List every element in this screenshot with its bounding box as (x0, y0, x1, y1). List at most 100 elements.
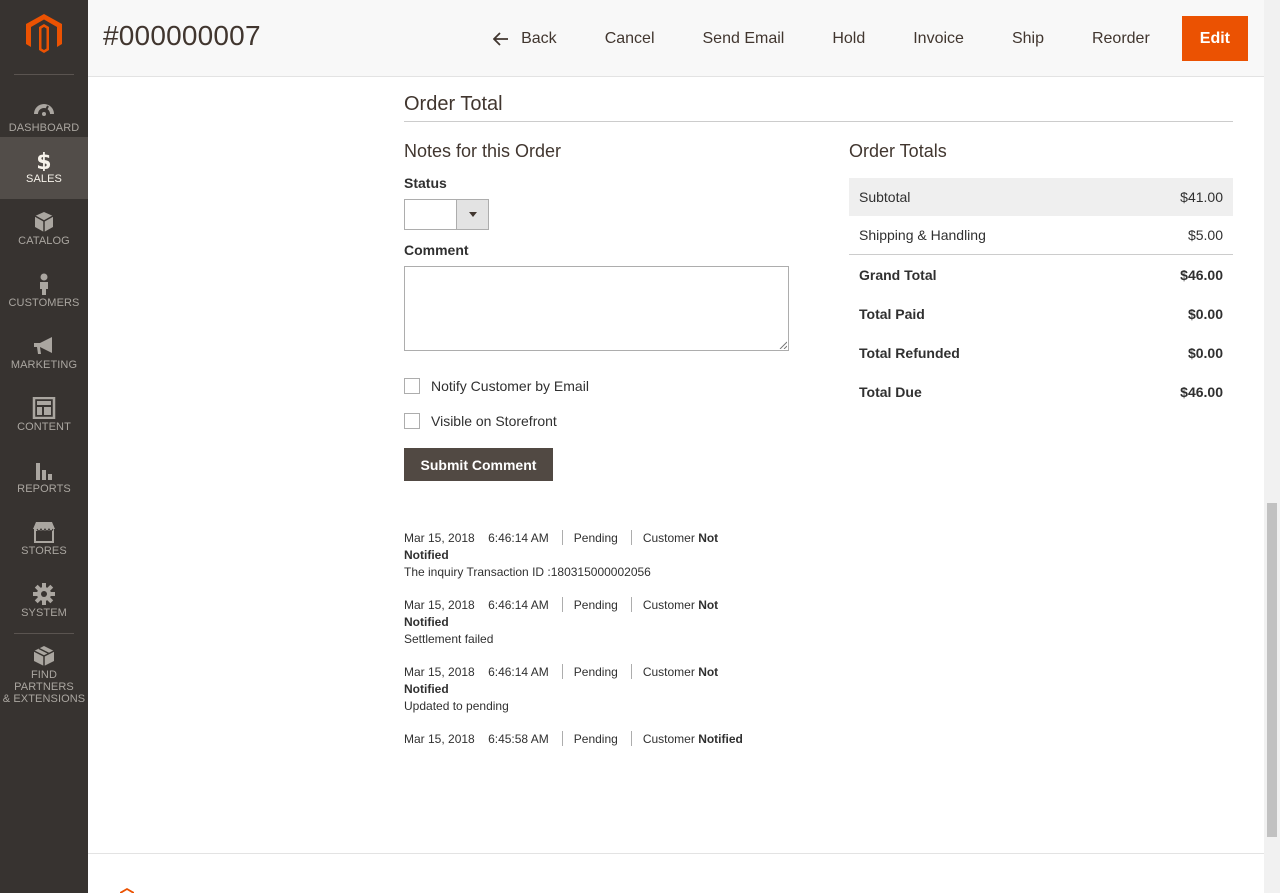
history-customer-prefix: Customer (642, 598, 695, 612)
vertical-scrollbar[interactable] (1264, 0, 1280, 893)
dashboard-icon (34, 104, 54, 116)
section-divider (404, 121, 1233, 122)
ship-button[interactable]: Ship (988, 16, 1068, 61)
sidebar-item-system[interactable]: SYSTEM (0, 571, 88, 633)
status-select[interactable] (404, 199, 489, 230)
visible-storefront-label: Visible on Storefront (431, 413, 557, 429)
table-row: Total Due $46.00 (849, 372, 1233, 411)
magento-logo-icon (120, 888, 134, 893)
history-status: Pending (573, 732, 618, 746)
back-button-label: Back (521, 30, 557, 47)
page-footer (88, 853, 1264, 893)
order-history-list: Mar 15, 2018 6:46:14 AM Pending Customer N… (404, 530, 784, 764)
sidebar-item-stores[interactable]: STORES (0, 509, 88, 571)
sidebar-item-find-partners[interactable]: FIND PARTNERS & EXTENSIONS (0, 633, 88, 705)
page-actions-toolbar: Back Cancel Send Email Hold Invoice Ship… (469, 16, 1248, 61)
table-row: Shipping & Handling $5.00 (849, 216, 1233, 255)
edit-button[interactable]: Edit (1181, 16, 1248, 61)
history-customer-prefix: Customer (642, 732, 695, 746)
totals-value: $41.00 (1180, 189, 1223, 205)
table-row: Subtotal $41.00 (849, 178, 1233, 216)
history-time: 6:46:14 AM (488, 665, 549, 679)
resize-grip-icon[interactable] (779, 341, 787, 349)
person-icon (40, 273, 48, 295)
history-comment: Settlement failed (404, 632, 494, 646)
table-row: Grand Total $46.00 (849, 255, 1233, 294)
order-totals-table: Subtotal $41.00 Shipping & Handling $5.0… (849, 178, 1233, 411)
sidebar-item-label: REPORTS (17, 483, 71, 495)
bar-chart-icon (36, 463, 52, 480)
totals-label: Total Refunded (859, 344, 960, 361)
sidebar-item-customers[interactable]: CUSTOMERS (0, 261, 88, 323)
sidebar-item-sales[interactable]: $ SALES (0, 137, 88, 199)
list-item: Mar 15, 2018 6:46:14 AM Pending Customer N… (404, 664, 784, 715)
store-icon (33, 522, 55, 543)
megaphone-icon (34, 337, 52, 354)
notify-customer-option[interactable]: Notify Customer by Email (404, 378, 589, 394)
sidebar-item-label: SALES (26, 173, 62, 185)
notes-title: Notes for this Order (404, 141, 562, 161)
sidebar-item-reports[interactable]: REPORTS (0, 447, 88, 509)
history-date: Mar 15, 2018 (404, 531, 475, 545)
arrow-left-icon (493, 31, 509, 46)
invoice-button[interactable]: Invoice (889, 16, 988, 61)
sidebar-item-label: STORES (21, 545, 67, 557)
submit-comment-button[interactable]: Submit Comment (404, 448, 553, 481)
admin-sidebar: DASHBOARD $ SALES CATALOG CUSTOMERS MARK… (0, 0, 88, 893)
history-notified: Notified (698, 732, 743, 746)
order-totals-title: Order Totals (849, 141, 947, 161)
comment-textarea[interactable] (404, 266, 789, 351)
notify-customer-label: Notify Customer by Email (431, 378, 589, 394)
sidebar-item-label: CUSTOMERS (8, 297, 80, 309)
history-notified: Not (698, 665, 719, 679)
history-date: Mar 15, 2018 (404, 598, 475, 612)
back-button[interactable]: Back (469, 16, 581, 61)
page-title: #000000007 (103, 20, 261, 51)
reorder-button[interactable]: Reorder (1068, 16, 1174, 61)
cancel-button[interactable]: Cancel (581, 16, 679, 61)
sidebar-item-label: SYSTEM (21, 607, 67, 619)
section-title: Order Total (404, 93, 503, 115)
totals-label: Subtotal (859, 189, 911, 205)
history-date: Mar 15, 2018 (404, 732, 475, 746)
history-comment: Updated to pending (404, 699, 509, 713)
notify-customer-checkbox[interactable] (404, 378, 420, 394)
totals-label: Grand Total (859, 266, 937, 283)
magento-logo-icon[interactable] (26, 14, 62, 54)
history-time: 6:46:14 AM (488, 531, 549, 545)
totals-label: Shipping & Handling (859, 227, 986, 243)
hold-button[interactable]: Hold (808, 16, 889, 61)
status-label: Status (404, 175, 447, 191)
box-icon (34, 212, 54, 232)
sidebar-item-label: MARKETING (10, 359, 78, 371)
table-row: Total Paid $0.00 (849, 294, 1233, 333)
totals-value: $0.00 (1187, 344, 1223, 361)
sidebar-item-label: FIND PARTNERS (14, 669, 74, 693)
table-row: Total Refunded $0.00 (849, 333, 1233, 372)
dollar-icon: $ (36, 150, 51, 171)
history-customer-prefix: Customer (642, 665, 695, 679)
history-notified: Notified (404, 548, 449, 562)
visible-storefront-checkbox[interactable] (404, 413, 420, 429)
totals-label: Total Paid (859, 305, 925, 322)
comment-label: Comment (404, 242, 469, 258)
logo-divider (14, 74, 74, 75)
totals-value: $0.00 (1187, 305, 1223, 322)
layout-icon (32, 397, 56, 419)
totals-label: Total Due (859, 383, 922, 400)
chevron-down-icon[interactable] (456, 200, 488, 229)
send-email-button[interactable]: Send Email (679, 16, 809, 61)
list-item: Mar 15, 2018 6:46:14 AM Pending Customer N… (404, 530, 784, 581)
history-time: 6:46:14 AM (488, 598, 549, 612)
history-time: 6:45:58 AM (488, 732, 549, 746)
svg-text:$: $ (36, 150, 51, 171)
sidebar-item-label: CATALOG (18, 235, 70, 247)
sidebar-item-label: & EXTENSIONS (2, 693, 86, 705)
sidebar-item-catalog[interactable]: CATALOG (0, 199, 88, 261)
history-notified: Notified (404, 682, 449, 696)
sidebar-item-content[interactable]: CONTENT (0, 385, 88, 447)
visible-storefront-option[interactable]: Visible on Storefront (404, 413, 557, 429)
sidebar-item-marketing[interactable]: MARKETING (0, 323, 88, 385)
scrollbar-thumb[interactable] (1267, 503, 1277, 837)
sidebar-item-label: DASHBOARD (8, 122, 80, 134)
